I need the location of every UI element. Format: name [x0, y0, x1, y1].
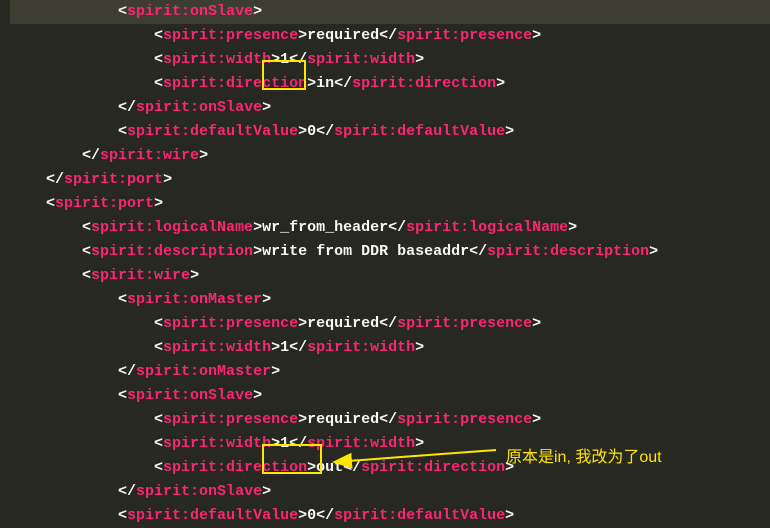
code-line: </spirit:onSlave>	[10, 96, 770, 120]
code-line: </spirit:port>	[10, 168, 770, 192]
code-line: <spirit:port>	[10, 192, 770, 216]
code-line: <spirit:width>1</spirit:width>	[10, 48, 770, 72]
code-line: <spirit:defaultValue>0</spirit:defaultVa…	[10, 120, 770, 144]
code-line: <spirit:presence>required</spirit:presen…	[10, 312, 770, 336]
code-line: <spirit:defaultValue>0</spirit:defaultVa…	[10, 504, 770, 528]
code-line: <spirit:description>write from DDR basea…	[10, 240, 770, 264]
code-line: <spirit:presence>required</spirit:presen…	[10, 24, 770, 48]
code-line: </spirit:onMaster>	[10, 360, 770, 384]
code-line: <spirit:presence>required</spirit:presen…	[10, 408, 770, 432]
code-line: <spirit:onMaster>	[10, 288, 770, 312]
code-line: <spirit:wire>	[10, 264, 770, 288]
code-line: </spirit:onSlave>	[10, 480, 770, 504]
code-line: <spirit:onSlave>	[10, 384, 770, 408]
code-line: <spirit:logicalName>wr_from_header</spir…	[10, 216, 770, 240]
annotation-text: 原本是in, 我改为了out	[506, 446, 662, 470]
code-line: <spirit:direction>in</spirit:direction>	[10, 72, 770, 96]
code-line: <spirit:onSlave>	[10, 0, 770, 24]
code-line: <spirit:width>1</spirit:width>	[10, 336, 770, 360]
code-line: </spirit:wire>	[10, 144, 770, 168]
